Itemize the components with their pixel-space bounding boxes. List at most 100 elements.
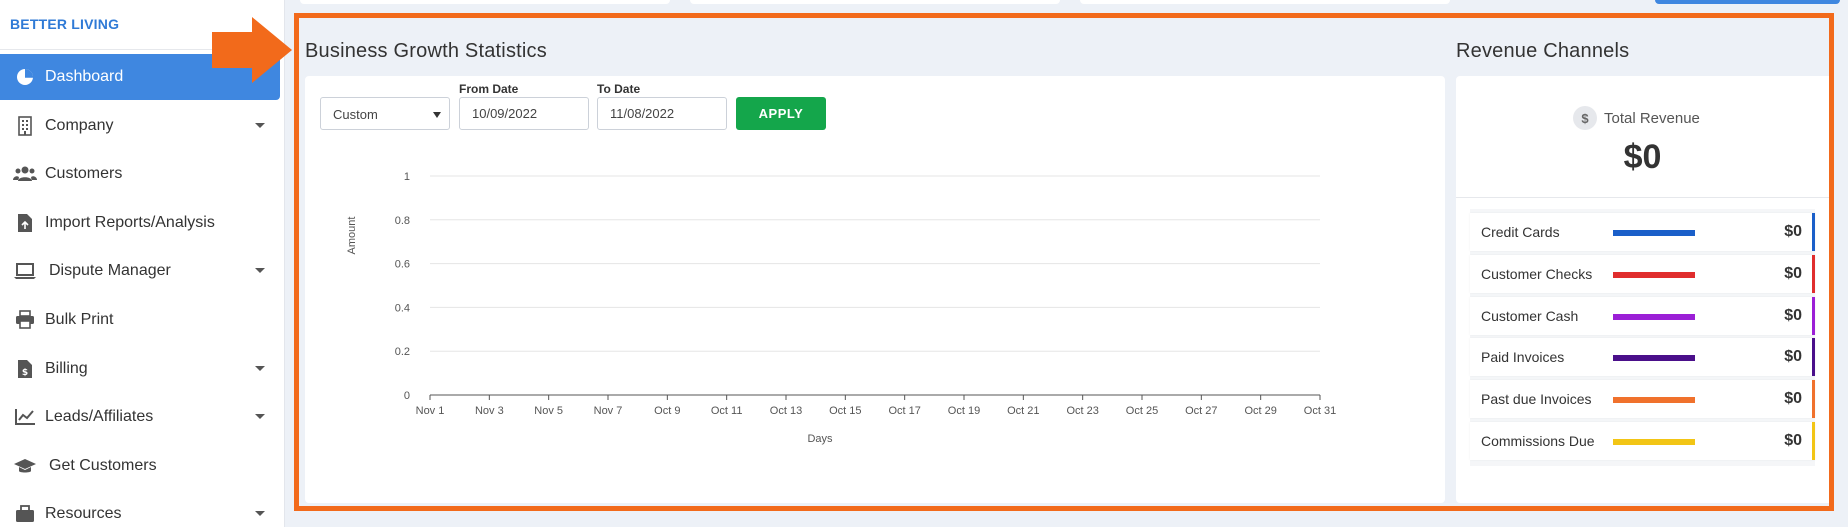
chevron-down-icon — [255, 365, 265, 371]
printer-icon — [13, 308, 37, 332]
x-tick-label: Oct 25 — [1126, 405, 1158, 417]
x-tick-label: Oct 13 — [770, 405, 802, 417]
sidebar-item-company[interactable]: Company — [0, 103, 279, 149]
y-tick-label: 1 — [404, 171, 410, 183]
x-tick-label: Oct 17 — [888, 405, 920, 417]
revenue-channel-color-bar — [1613, 438, 1695, 445]
top-card-edge — [300, 0, 670, 4]
revenue-channel-name: Customer Cash — [1481, 307, 1579, 324]
x-tick-label: Oct 29 — [1244, 405, 1276, 417]
x-tick-label: Oct 31 — [1304, 405, 1336, 417]
revenue-channel-amount: $0 — [1784, 223, 1802, 240]
x-tick-label: Nov 7 — [594, 405, 623, 417]
revenue-channel-name: Paid Invoices — [1481, 349, 1565, 366]
sidebar-item-label: Company — [45, 116, 114, 134]
growth-card: Custom From Date To Date APPLY 00.20.40.… — [305, 76, 1445, 503]
sidebar-item-label: Resources — [45, 505, 122, 523]
revenue-channel-amount: $0 — [1784, 264, 1802, 282]
invoice-icon: $ — [13, 357, 37, 381]
sidebar-item-resources[interactable]: Resources — [0, 491, 279, 527]
sidebar-item-get-customers[interactable]: Get Customers — [0, 443, 279, 489]
chevron-down-icon — [255, 414, 265, 420]
sidebar-nav: Dashboard Company Customers Import Repor… — [0, 54, 285, 527]
sidebar-item-label: Leads/Affiliates — [45, 408, 154, 426]
revenue-channel-name: Customer Checks — [1481, 265, 1593, 282]
revenue-channel-amount: $0 — [1784, 348, 1802, 366]
sidebar-item-label: Import Reports/Analysis — [45, 213, 215, 231]
sidebar-item-leads-affiliates[interactable]: Leads/Affiliates — [0, 394, 279, 440]
chart-line-icon — [13, 405, 37, 429]
sidebar-item-label: Billing — [45, 359, 88, 377]
revenue-channel-color-bar — [1613, 313, 1695, 320]
total-revenue-value: $0 — [1623, 138, 1662, 176]
users-icon — [13, 162, 37, 186]
revenue-channel-row: Customer Checks $0 — [1470, 254, 1815, 293]
sidebar-item-bulk-print[interactable]: Bulk Print — [0, 297, 279, 343]
sidebar-item-label: Dispute Manager — [49, 262, 171, 280]
pie-chart-icon — [13, 65, 37, 89]
x-tick-label: Oct 9 — [654, 405, 680, 417]
x-tick-label: Nov 1 — [416, 405, 445, 417]
growth-title: Business Growth Statistics — [305, 40, 547, 62]
revenue-channel-row: Customer Cash $0 — [1470, 296, 1815, 335]
total-revenue-label: Total Revenue — [1604, 110, 1700, 127]
chevron-down-icon — [255, 268, 265, 274]
revenue-channel-name: Credit Cards — [1481, 224, 1560, 240]
x-tick-label: Nov 5 — [534, 405, 563, 417]
y-axis-title: Amount — [346, 217, 358, 255]
revenue-title: Revenue Channels — [1456, 40, 1630, 62]
revenue-channel-row: Past due Invoices $0 — [1470, 380, 1815, 419]
building-icon — [13, 114, 37, 138]
revenue-channel-name: Commissions Due — [1481, 432, 1595, 449]
x-axis-title: Days — [807, 433, 833, 445]
chevron-down-icon — [255, 122, 265, 128]
y-tick-label: 0 — [404, 390, 410, 402]
sidebar-item-label: Customers — [45, 165, 123, 183]
sidebar-item-customers[interactable]: Customers — [0, 151, 279, 197]
revenue-channel-amount: $0 — [1784, 306, 1802, 324]
chevron-down-icon — [255, 511, 265, 517]
top-button-edge — [1655, 0, 1840, 4]
sidebar-item-label: Bulk Print — [45, 310, 114, 328]
top-card-edge — [690, 0, 1060, 4]
sidebar-item-billing[interactable]: $ Billing — [0, 346, 279, 392]
revenue-channel-amount: $0 — [1784, 431, 1802, 449]
total-revenue-summary: $ Total Revenue $0 — [1456, 76, 1829, 198]
revenue-channel-row: Commissions Due $0 — [1470, 421, 1815, 460]
graduation-cap-icon — [13, 454, 37, 478]
revenue-channel-color-bar — [1613, 397, 1695, 404]
revenue-channel-amount: $0 — [1784, 390, 1802, 408]
x-tick-label: Oct 23 — [1066, 405, 1098, 417]
revenue-channel-color-bar — [1613, 355, 1695, 362]
dollar-icon: $ — [1573, 106, 1597, 130]
y-tick-label: 0.4 — [395, 302, 410, 314]
revenue-channel-color-bar — [1613, 271, 1695, 278]
revenue-channel-name: Past due Invoices — [1481, 391, 1592, 408]
x-tick-label: Oct 19 — [948, 405, 980, 417]
x-tick-label: Oct 11 — [711, 405, 743, 417]
growth-line-chart: 0 0.2 0.4 0.6 0.8 1 Nov 1 Nov 3 Nov 5 Nov 7 Oct 9 O… — [346, 171, 1336, 445]
revenue-channel-row: Credit Cards $0 — [1470, 213, 1815, 251]
sidebar-item-import-reports[interactable]: Import Reports/Analysis — [0, 200, 279, 246]
x-tick-label: Nov 3 — [475, 405, 504, 417]
briefcase-icon — [13, 502, 37, 526]
y-tick-label: 0.6 — [395, 259, 410, 271]
x-tick-label: Oct 27 — [1185, 405, 1217, 417]
y-tick-label: 0.8 — [395, 215, 410, 227]
revenue-channel-color-bar — [1613, 230, 1695, 236]
file-upload-icon — [13, 211, 37, 235]
laptop-icon — [13, 259, 37, 283]
x-tick-label: Oct 21 — [1007, 405, 1039, 417]
x-tick-label: Oct 15 — [829, 405, 861, 417]
sidebar-item-dispute-manager[interactable]: Dispute Manager — [0, 248, 279, 294]
arrow-right-icon — [212, 17, 292, 83]
sidebar-item-label: Get Customers — [49, 456, 157, 474]
sidebar-item-label: Dashboard — [45, 68, 124, 85]
revenue-channel-row: Paid Invoices $0 — [1470, 338, 1815, 377]
svg-text:$: $ — [22, 368, 28, 378]
revenue-channel-list: Credit Cards $0 Customer Checks $0 Customer … — [1470, 209, 1815, 466]
revenue-card: $ Total Revenue $0 Credit Cards $0 Custome… — [1456, 76, 1829, 503]
top-card-edge — [1080, 0, 1450, 4]
y-tick-label: 0.2 — [395, 346, 410, 358]
top-cards-strip — [300, 0, 1840, 6]
